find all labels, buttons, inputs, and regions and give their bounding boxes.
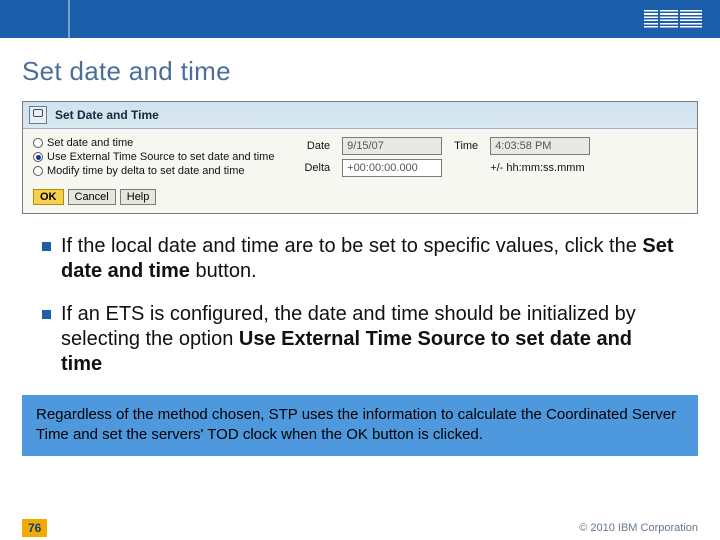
radio-icon: [33, 138, 43, 148]
radio-label: Modify time by delta to set date and tim…: [47, 165, 245, 177]
help-button[interactable]: Help: [120, 189, 157, 205]
dialog-buttons: OK Cancel Help: [23, 189, 697, 213]
time-field[interactable]: 4:03:58 PM: [490, 137, 590, 155]
bullet-icon: [42, 310, 51, 319]
bullet-text: If an ETS is configured, the date and ti…: [61, 302, 678, 377]
bullet-icon: [42, 242, 51, 251]
slide-title: Set date and time: [0, 38, 720, 95]
bullet-list: If the local date and time are to be set…: [0, 214, 720, 377]
radio-icon: [33, 166, 43, 176]
bullet-item: If the local date and time are to be set…: [42, 234, 678, 284]
radio-icon: [33, 152, 43, 162]
radio-label: Use External Time Source to set date and…: [47, 151, 274, 163]
dialog-title: Set Date and Time: [55, 108, 159, 122]
radio-set-date-time[interactable]: Set date and time: [33, 137, 274, 149]
callout-box: Regardless of the method chosen, STP use…: [22, 395, 698, 456]
delta-label: Delta: [304, 162, 330, 174]
date-label: Date: [304, 140, 330, 152]
delta-field[interactable]: +00:00:00.000: [342, 159, 442, 177]
ok-button[interactable]: OK: [33, 189, 64, 205]
cancel-button[interactable]: Cancel: [68, 189, 116, 205]
time-label: Time: [454, 140, 478, 152]
header-divider: [68, 0, 70, 38]
radio-label: Set date and time: [47, 137, 133, 149]
ibm-logo: [644, 10, 702, 28]
copyright: © 2010 IBM Corporation: [579, 522, 698, 534]
dialog-header: Set Date and Time: [23, 102, 697, 129]
page-number: 76: [22, 519, 47, 537]
date-field[interactable]: 9/15/07: [342, 137, 442, 155]
bullet-text: If the local date and time are to be set…: [61, 234, 678, 284]
slide-footer: 76 © 2010 IBM Corporation: [0, 516, 720, 540]
set-date-time-dialog: Set Date and Time Set date and time Use …: [22, 101, 698, 214]
delta-hint: +/- hh:mm:ss.mmm: [490, 162, 590, 174]
clock-icon: [29, 106, 47, 124]
slide-header: [0, 0, 720, 38]
date-time-fields: Date 9/15/07 Time 4:03:58 PM Delta +00:0…: [304, 137, 590, 177]
time-mode-radio-group: Set date and time Use External Time Sour…: [33, 137, 274, 177]
bullet-item: If an ETS is configured, the date and ti…: [42, 302, 678, 377]
radio-modify-delta[interactable]: Modify time by delta to set date and tim…: [33, 165, 274, 177]
radio-use-ets[interactable]: Use External Time Source to set date and…: [33, 151, 274, 163]
